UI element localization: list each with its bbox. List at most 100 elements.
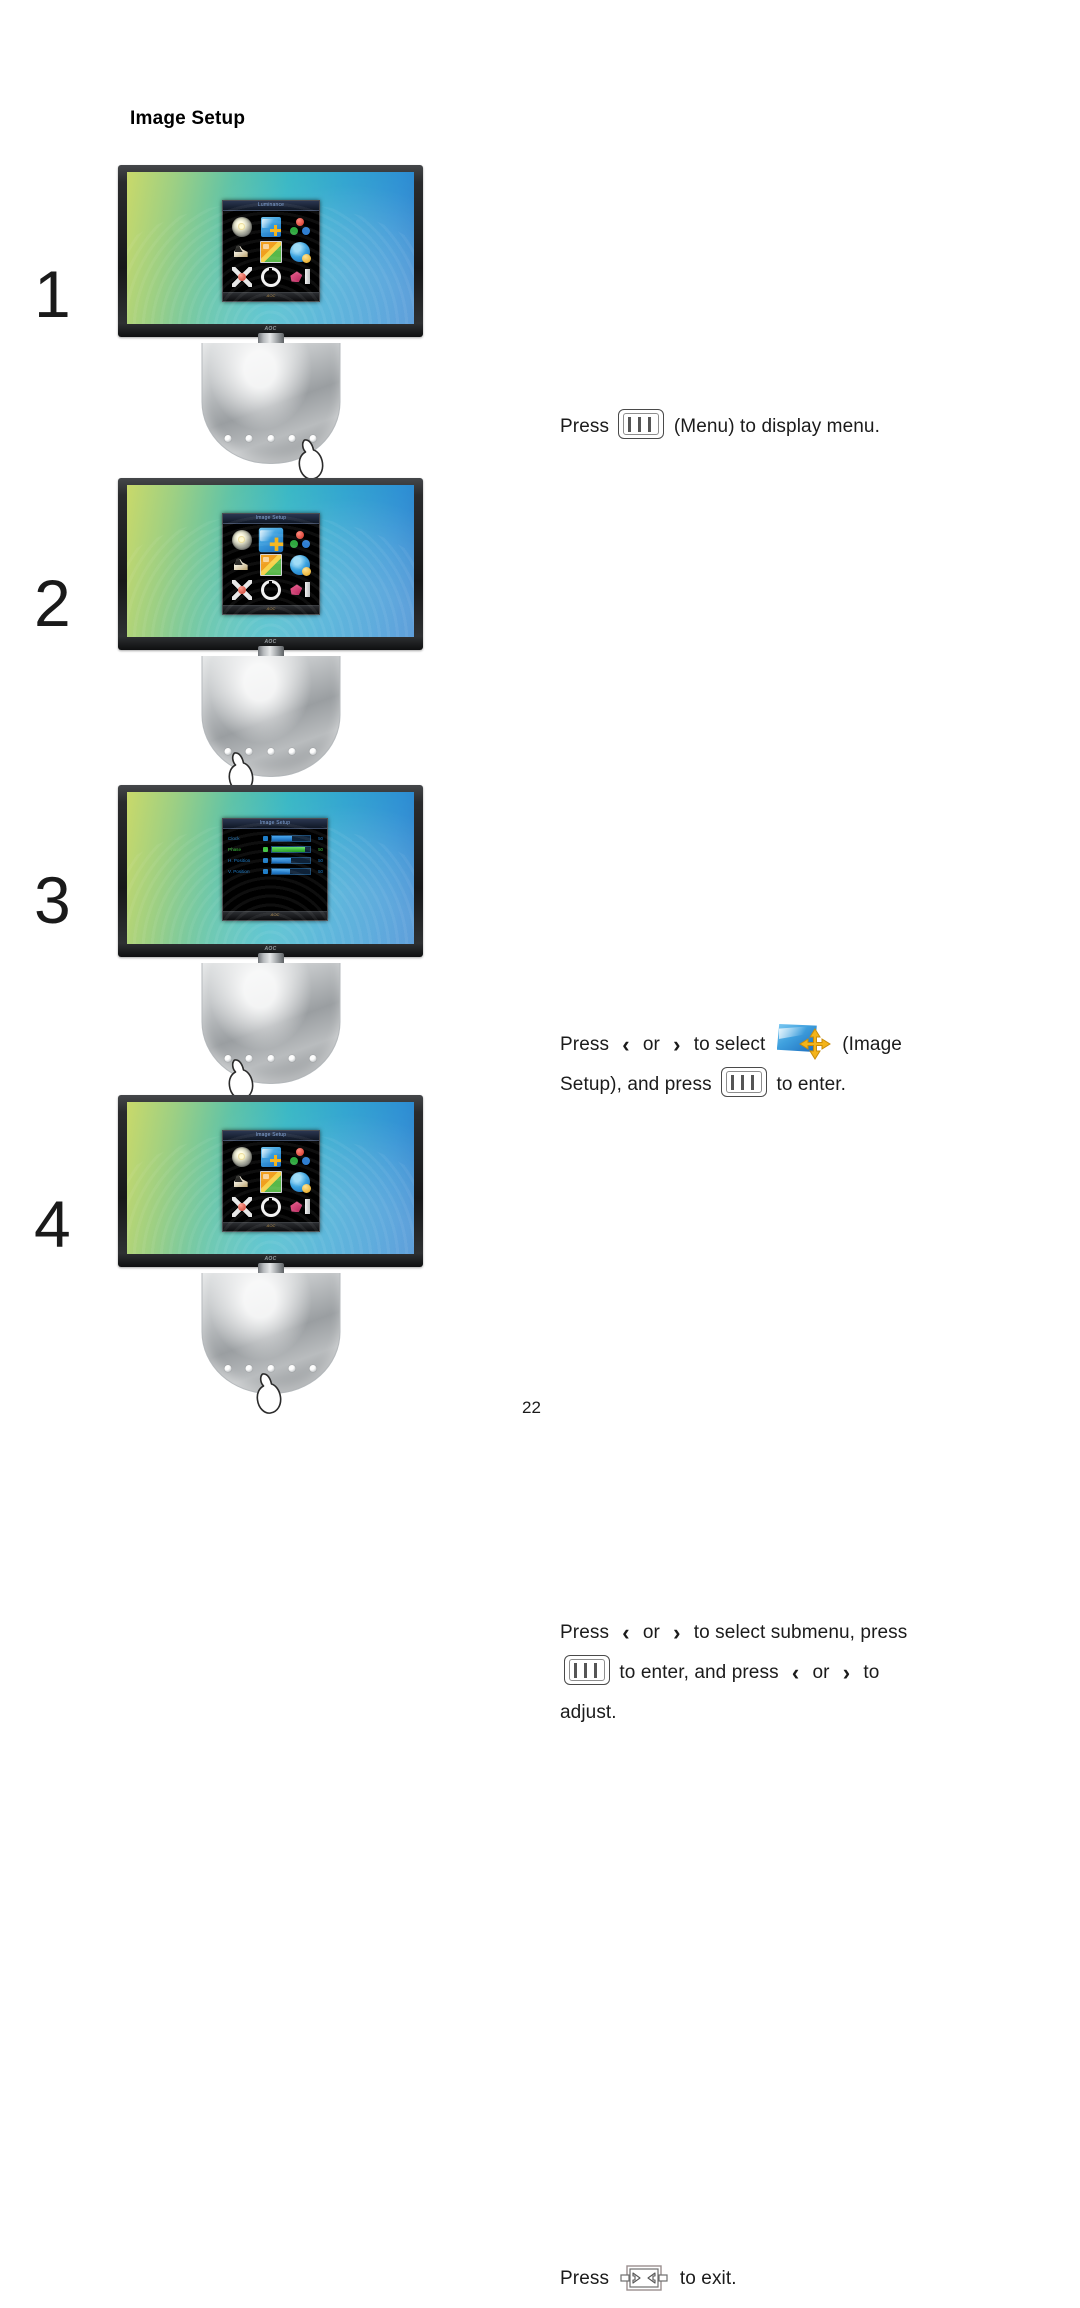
osd-footer-bar: AOC [223,911,327,920]
monitor-button-5[interactable] [309,748,317,755]
osd-luminance-icon[interactable] [231,529,252,550]
submenu-slider[interactable] [271,868,311,875]
monitor-button-2[interactable] [245,435,253,442]
step-number: 3 [34,863,71,937]
osd-standby-icon[interactable] [260,580,281,601]
hand-cursor-icon [256,1373,281,1414]
submenu-slider[interactable] [271,835,311,842]
instr-word: Setup), and press [560,1074,712,1095]
monitor-button-4[interactable] [288,435,296,442]
instr-word: to select submenu, press [693,1622,908,1643]
monitor-brand-logo: AOC [264,639,277,645]
osd-footer-logo: AOC [266,606,276,611]
submenu-row-icon [263,858,268,863]
step-number: 4 [34,1187,71,1261]
osd-luminance-icon[interactable] [231,216,252,237]
monitor-button-1[interactable] [224,435,232,442]
submenu-label: H. Position [228,858,251,863]
submenu-value: 50 [318,858,323,863]
submenu-row-h-position[interactable]: H. Position 50 [228,857,323,864]
osd-title-bar: Image Setup [223,1131,319,1141]
osd-color-setup-icon[interactable] [290,217,310,237]
osd-title-bar: Image Setup [223,514,319,524]
osd-image-setup-icon[interactable] [260,1146,282,1167]
monitor-button-4[interactable] [288,1055,296,1062]
osd-icon-grid [227,1144,315,1220]
monitor-base [201,656,340,793]
monitor-button-2[interactable] [245,1365,253,1372]
monitor-button-3[interactable] [267,748,274,755]
osd-extra-icon[interactable] [290,1171,312,1193]
monitor-screen: Image Setup AOC [127,1102,414,1254]
submenu-row-clock[interactable]: Clock 50 [228,835,323,842]
exit-button-icon [620,2263,669,2293]
osd-submenu: Image Setup Clock 50 Phase 50 H. Positio… [222,818,328,921]
osd-osd-setup-icon[interactable] [259,1170,282,1193]
instruction-text-3: Press ‹ or › to select submenu, press to… [560,1613,1030,1733]
osd-color-setup-icon[interactable] [290,1147,310,1167]
osd-extra-icon[interactable] [290,554,312,576]
monitor-button-3[interactable] [267,435,274,442]
monitor-bezel: Luminance AOC AOC [118,165,423,337]
monitor-button-5[interactable] [309,1055,317,1062]
submenu-label: V. Position [228,869,250,874]
instr-word: to enter, and press [619,1662,779,1683]
osd-standby-icon[interactable] [260,267,281,288]
osd-picture-boost-icon[interactable] [232,555,252,575]
submenu-value: 50 [318,836,323,841]
monitor-button-5[interactable] [309,1365,317,1372]
menu-button-icon [721,1067,768,1097]
osd-image-setup-icon[interactable] [260,216,282,237]
hand-cursor-icon [298,439,323,480]
osd-icon-grid [227,527,315,603]
osd-image-setup-icon-selected[interactable] [258,527,285,552]
monitor-brand-logo: AOC [264,1256,277,1262]
osd-osd-setup-icon[interactable] [259,553,282,576]
osd-picture-boost-icon[interactable] [232,1172,252,1192]
submenu-slider[interactable] [271,846,311,853]
instr-word: to exit. [679,2268,737,2289]
instr-word: Press [560,2268,610,2289]
submenu-row-v-position[interactable]: V. Position 50 [228,868,323,875]
instr-word: Press [560,416,610,437]
monitor-screen: Luminance AOC [127,172,414,324]
osd-reset-icon[interactable] [231,1197,252,1218]
instr-word: to [863,1662,880,1683]
osd-exit-icon[interactable] [290,580,311,600]
instr-word: Press [560,1034,610,1055]
instruction-text-4: Press to exit. [560,2259,1030,2299]
monitor-button-3[interactable] [267,1055,274,1062]
instr-word: or [642,1622,660,1643]
osd-title-text: Image Setup [259,820,291,826]
osd-reset-icon[interactable] [231,267,252,288]
osd-reset-icon[interactable] [231,580,252,601]
osd-title-text: Image Setup [255,515,287,521]
monitor-button-1[interactable] [224,1365,232,1372]
osd-color-setup-icon[interactable] [290,530,310,550]
monitor-base [201,963,340,1100]
image-setup-icon [776,1022,831,1062]
osd-exit-icon[interactable] [290,267,311,287]
submenu-slider[interactable] [271,857,311,864]
osd-extra-icon[interactable] [290,241,312,263]
submenu-row-phase[interactable]: Phase 50 [228,846,323,853]
monitor-bezel: Image Setup AOC AOC [118,478,423,650]
osd-menu: Luminance AOC [222,200,320,302]
menu-button-icon [564,1655,610,1685]
instruction-text-1: Press (Menu) to display menu. [560,407,1030,447]
osd-exit-icon[interactable] [290,1197,311,1217]
osd-luminance-icon[interactable] [231,1146,252,1167]
osd-title-bar: Luminance [223,201,319,211]
osd-picture-boost-icon[interactable] [232,242,252,262]
osd-osd-setup-icon[interactable] [259,240,282,263]
submenu-label: Phase [228,847,242,852]
right-arrow-icon: › [842,1660,851,1685]
monitor-base [201,1273,340,1414]
osd-footer-bar: AOC [223,292,319,301]
monitor-button-4[interactable] [288,1365,296,1372]
step-number: 2 [34,566,71,640]
monitor-button-4[interactable] [288,748,296,755]
page-number: 22 [522,1398,541,1417]
submenu-row-icon [263,869,268,874]
osd-standby-icon[interactable] [260,1197,281,1218]
